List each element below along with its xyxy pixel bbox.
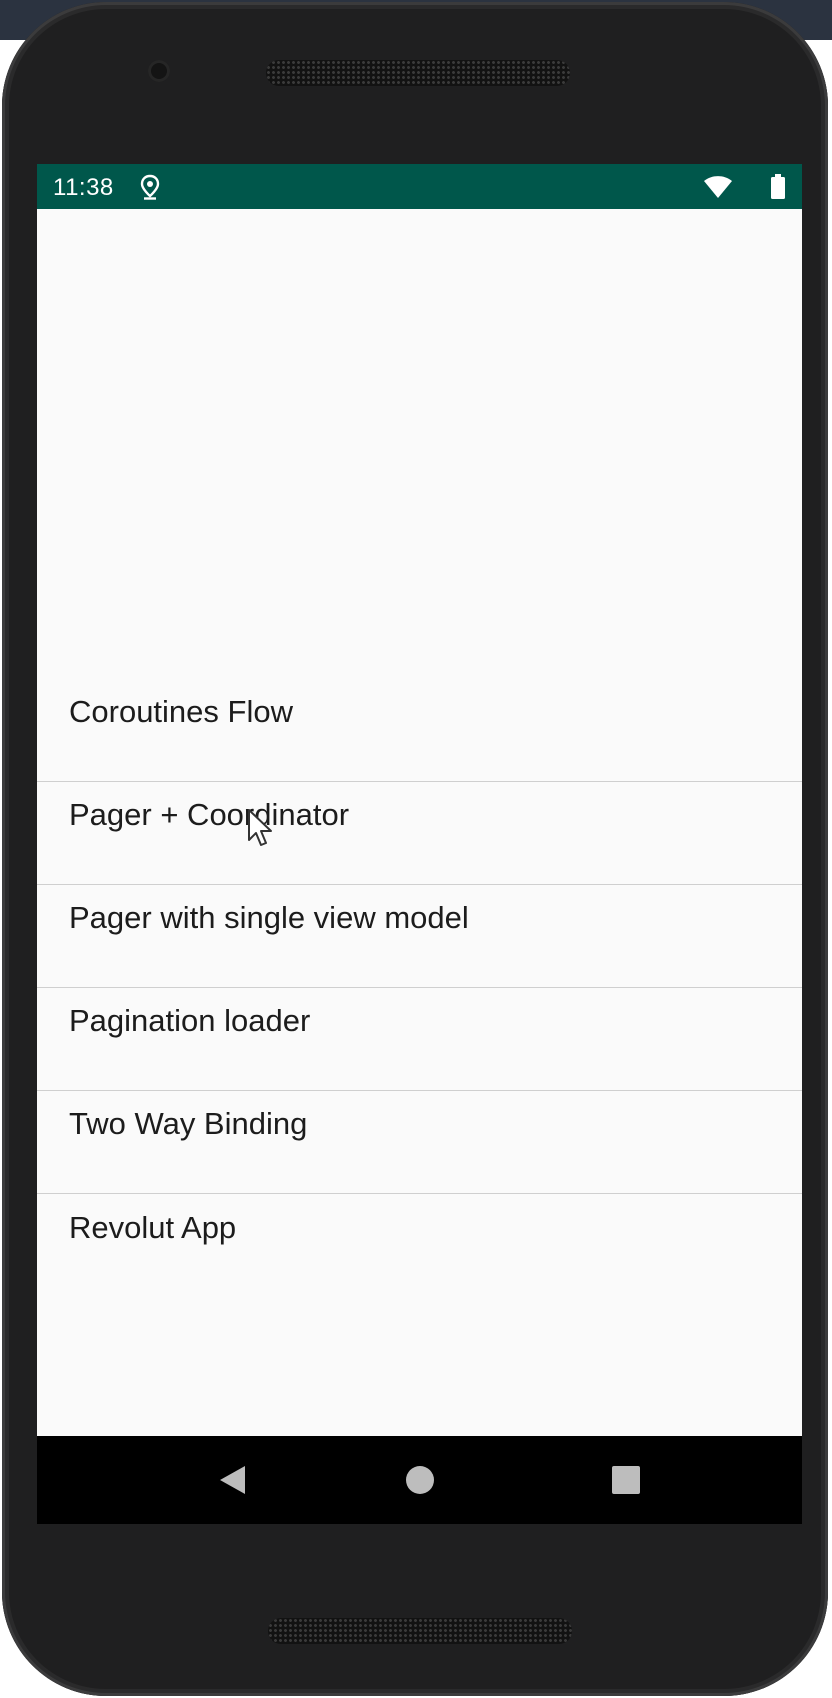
menu-item-pager-single-view-model[interactable]: Pager with single view model: [37, 885, 802, 988]
home-circle-icon: [406, 1466, 434, 1494]
mouse-pointer-icon: [248, 809, 272, 846]
recents-square-icon: [612, 1466, 640, 1494]
menu-item-label: Pager + Coordinator: [69, 797, 350, 832]
bottom-speaker-grille: [268, 1618, 572, 1644]
wifi-icon: [704, 176, 732, 198]
nav-recents-button[interactable]: [576, 1436, 676, 1524]
menu-item-label: Two Way Binding: [69, 1106, 308, 1141]
menu-item-coroutines-flow[interactable]: Coroutines Flow: [37, 679, 802, 782]
menu-item-two-way-binding[interactable]: Two Way Binding: [37, 1091, 802, 1194]
battery-icon: [771, 174, 785, 199]
menu-item-label: Pager with single view model: [69, 900, 469, 935]
location-pin-icon: [140, 174, 160, 200]
nav-home-button[interactable]: [370, 1436, 470, 1524]
status-bar: 11:38: [37, 164, 802, 209]
navigation-bar: [37, 1436, 802, 1524]
menu-item-label: Pagination loader: [69, 1003, 311, 1038]
nav-back-button[interactable]: [182, 1436, 282, 1524]
top-speaker-grille: [266, 60, 570, 86]
menu-item-pagination-loader[interactable]: Pagination loader: [37, 988, 802, 1091]
android-device-frame: 11:38 Coroutines Flow Pager + Coordinato…: [2, 2, 828, 1696]
menu-item-revolut-app[interactable]: Revolut App: [37, 1194, 802, 1297]
front-camera: [148, 60, 170, 82]
menu-item-pager-coordinator[interactable]: Pager + Coordinator: [37, 782, 802, 885]
main-menu-list: Coroutines Flow Pager + Coordinator Page…: [37, 679, 802, 1297]
back-triangle-icon: [220, 1466, 245, 1494]
device-screen: 11:38 Coroutines Flow Pager + Coordinato…: [37, 164, 802, 1524]
status-time: 11:38: [53, 174, 114, 201]
menu-item-label: Revolut App: [69, 1209, 237, 1245]
menu-item-label: Coroutines Flow: [69, 694, 293, 729]
